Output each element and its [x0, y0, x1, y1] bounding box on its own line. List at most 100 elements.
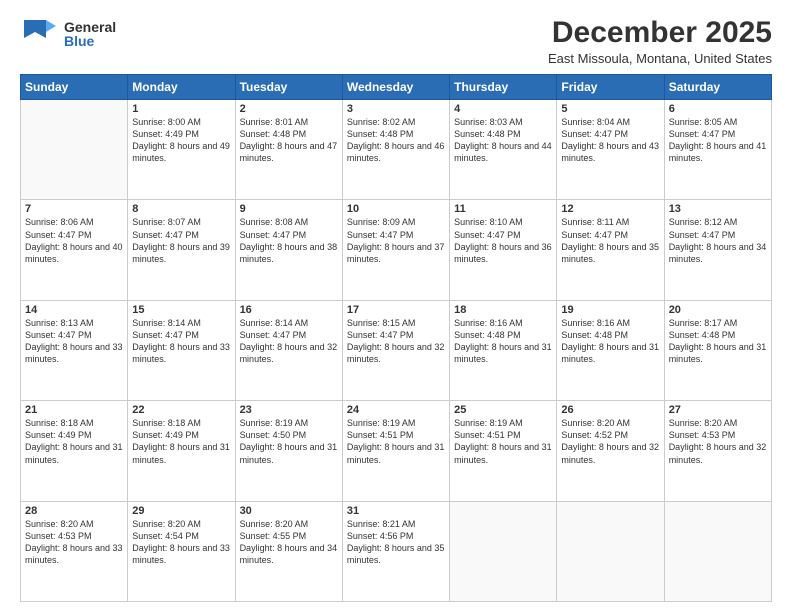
day-info: Sunrise: 8:16 AM Sunset: 4:48 PM Dayligh…: [454, 317, 552, 366]
calendar-cell: 6Sunrise: 8:05 AM Sunset: 4:47 PM Daylig…: [664, 100, 771, 200]
calendar-week-3: 21Sunrise: 8:18 AM Sunset: 4:49 PM Dayli…: [21, 401, 772, 501]
calendar-table: Sunday Monday Tuesday Wednesday Thursday…: [20, 74, 772, 602]
calendar-week-0: 1Sunrise: 8:00 AM Sunset: 4:49 PM Daylig…: [21, 100, 772, 200]
day-number: 2: [240, 103, 338, 115]
day-number: 22: [132, 404, 230, 416]
location: East Missoula, Montana, United States: [548, 51, 772, 66]
day-number: 21: [25, 404, 123, 416]
day-info: Sunrise: 8:18 AM Sunset: 4:49 PM Dayligh…: [25, 417, 123, 466]
day-number: 9: [240, 203, 338, 215]
day-info: Sunrise: 8:12 AM Sunset: 4:47 PM Dayligh…: [669, 216, 767, 265]
day-number: 18: [454, 304, 552, 316]
day-info: Sunrise: 8:10 AM Sunset: 4:47 PM Dayligh…: [454, 216, 552, 265]
day-info: Sunrise: 8:19 AM Sunset: 4:51 PM Dayligh…: [454, 417, 552, 466]
calendar-cell: 25Sunrise: 8:19 AM Sunset: 4:51 PM Dayli…: [450, 401, 557, 501]
day-number: 1: [132, 103, 230, 115]
col-saturday: Saturday: [664, 75, 771, 100]
day-number: 30: [240, 505, 338, 517]
day-number: 28: [25, 505, 123, 517]
day-number: 25: [454, 404, 552, 416]
calendar-cell: 18Sunrise: 8:16 AM Sunset: 4:48 PM Dayli…: [450, 300, 557, 400]
day-info: Sunrise: 8:21 AM Sunset: 4:56 PM Dayligh…: [347, 518, 445, 567]
day-info: Sunrise: 8:20 AM Sunset: 4:55 PM Dayligh…: [240, 518, 338, 567]
calendar-cell: 31Sunrise: 8:21 AM Sunset: 4:56 PM Dayli…: [342, 501, 449, 601]
calendar-cell: 5Sunrise: 8:04 AM Sunset: 4:47 PM Daylig…: [557, 100, 664, 200]
day-info: Sunrise: 8:14 AM Sunset: 4:47 PM Dayligh…: [240, 317, 338, 366]
calendar-cell: 2Sunrise: 8:01 AM Sunset: 4:48 PM Daylig…: [235, 100, 342, 200]
day-number: 12: [561, 203, 659, 215]
calendar-cell: [557, 501, 664, 601]
day-info: Sunrise: 8:07 AM Sunset: 4:47 PM Dayligh…: [132, 216, 230, 265]
calendar-cell: 17Sunrise: 8:15 AM Sunset: 4:47 PM Dayli…: [342, 300, 449, 400]
logo-icon: [20, 16, 60, 52]
logo-general-text: General: [64, 20, 116, 34]
day-info: Sunrise: 8:06 AM Sunset: 4:47 PM Dayligh…: [25, 216, 123, 265]
calendar-cell: 3Sunrise: 8:02 AM Sunset: 4:48 PM Daylig…: [342, 100, 449, 200]
day-info: Sunrise: 8:01 AM Sunset: 4:48 PM Dayligh…: [240, 116, 338, 165]
day-info: Sunrise: 8:14 AM Sunset: 4:47 PM Dayligh…: [132, 317, 230, 366]
day-number: 13: [669, 203, 767, 215]
calendar-cell: 21Sunrise: 8:18 AM Sunset: 4:49 PM Dayli…: [21, 401, 128, 501]
day-info: Sunrise: 8:04 AM Sunset: 4:47 PM Dayligh…: [561, 116, 659, 165]
calendar-cell: 15Sunrise: 8:14 AM Sunset: 4:47 PM Dayli…: [128, 300, 235, 400]
calendar-cell: 16Sunrise: 8:14 AM Sunset: 4:47 PM Dayli…: [235, 300, 342, 400]
col-wednesday: Wednesday: [342, 75, 449, 100]
day-number: 14: [25, 304, 123, 316]
day-number: 11: [454, 203, 552, 215]
day-number: 23: [240, 404, 338, 416]
day-info: Sunrise: 8:16 AM Sunset: 4:48 PM Dayligh…: [561, 317, 659, 366]
day-number: 24: [347, 404, 445, 416]
day-number: 4: [454, 103, 552, 115]
day-info: Sunrise: 8:13 AM Sunset: 4:47 PM Dayligh…: [25, 317, 123, 366]
calendar-cell: 4Sunrise: 8:03 AM Sunset: 4:48 PM Daylig…: [450, 100, 557, 200]
day-info: Sunrise: 8:20 AM Sunset: 4:53 PM Dayligh…: [25, 518, 123, 567]
day-info: Sunrise: 8:19 AM Sunset: 4:50 PM Dayligh…: [240, 417, 338, 466]
calendar-cell: 1Sunrise: 8:00 AM Sunset: 4:49 PM Daylig…: [128, 100, 235, 200]
day-number: 27: [669, 404, 767, 416]
day-info: Sunrise: 8:15 AM Sunset: 4:47 PM Dayligh…: [347, 317, 445, 366]
calendar-cell: 28Sunrise: 8:20 AM Sunset: 4:53 PM Dayli…: [21, 501, 128, 601]
header: General Blue December 2025 East Missoula…: [20, 16, 772, 66]
day-info: Sunrise: 8:18 AM Sunset: 4:49 PM Dayligh…: [132, 417, 230, 466]
calendar-cell: 14Sunrise: 8:13 AM Sunset: 4:47 PM Dayli…: [21, 300, 128, 400]
calendar-cell: [664, 501, 771, 601]
logo-name: General Blue: [64, 20, 116, 48]
day-info: Sunrise: 8:20 AM Sunset: 4:53 PM Dayligh…: [669, 417, 767, 466]
day-info: Sunrise: 8:00 AM Sunset: 4:49 PM Dayligh…: [132, 116, 230, 165]
calendar-cell: 12Sunrise: 8:11 AM Sunset: 4:47 PM Dayli…: [557, 200, 664, 300]
col-tuesday: Tuesday: [235, 75, 342, 100]
calendar-cell: 27Sunrise: 8:20 AM Sunset: 4:53 PM Dayli…: [664, 401, 771, 501]
day-info: Sunrise: 8:09 AM Sunset: 4:47 PM Dayligh…: [347, 216, 445, 265]
calendar-cell: 24Sunrise: 8:19 AM Sunset: 4:51 PM Dayli…: [342, 401, 449, 501]
day-info: Sunrise: 8:20 AM Sunset: 4:54 PM Dayligh…: [132, 518, 230, 567]
month-title: December 2025: [548, 16, 772, 49]
calendar-week-2: 14Sunrise: 8:13 AM Sunset: 4:47 PM Dayli…: [21, 300, 772, 400]
day-info: Sunrise: 8:03 AM Sunset: 4:48 PM Dayligh…: [454, 116, 552, 165]
logo-blue-text: Blue: [64, 34, 116, 48]
calendar-cell: 26Sunrise: 8:20 AM Sunset: 4:52 PM Dayli…: [557, 401, 664, 501]
day-number: 17: [347, 304, 445, 316]
day-info: Sunrise: 8:11 AM Sunset: 4:47 PM Dayligh…: [561, 216, 659, 265]
calendar-cell: 11Sunrise: 8:10 AM Sunset: 4:47 PM Dayli…: [450, 200, 557, 300]
day-info: Sunrise: 8:08 AM Sunset: 4:47 PM Dayligh…: [240, 216, 338, 265]
day-number: 3: [347, 103, 445, 115]
calendar-cell: 9Sunrise: 8:08 AM Sunset: 4:47 PM Daylig…: [235, 200, 342, 300]
day-number: 6: [669, 103, 767, 115]
calendar-cell: 23Sunrise: 8:19 AM Sunset: 4:50 PM Dayli…: [235, 401, 342, 501]
day-number: 5: [561, 103, 659, 115]
calendar-cell: 22Sunrise: 8:18 AM Sunset: 4:49 PM Dayli…: [128, 401, 235, 501]
day-number: 31: [347, 505, 445, 517]
calendar-cell: [21, 100, 128, 200]
header-right: December 2025 East Missoula, Montana, Un…: [548, 16, 772, 66]
page: General Blue December 2025 East Missoula…: [0, 0, 792, 612]
calendar-cell: [450, 501, 557, 601]
day-info: Sunrise: 8:17 AM Sunset: 4:48 PM Dayligh…: [669, 317, 767, 366]
day-number: 26: [561, 404, 659, 416]
col-thursday: Thursday: [450, 75, 557, 100]
calendar-cell: 10Sunrise: 8:09 AM Sunset: 4:47 PM Dayli…: [342, 200, 449, 300]
day-number: 15: [132, 304, 230, 316]
calendar-cell: 7Sunrise: 8:06 AM Sunset: 4:47 PM Daylig…: [21, 200, 128, 300]
day-number: 20: [669, 304, 767, 316]
col-friday: Friday: [557, 75, 664, 100]
day-number: 19: [561, 304, 659, 316]
